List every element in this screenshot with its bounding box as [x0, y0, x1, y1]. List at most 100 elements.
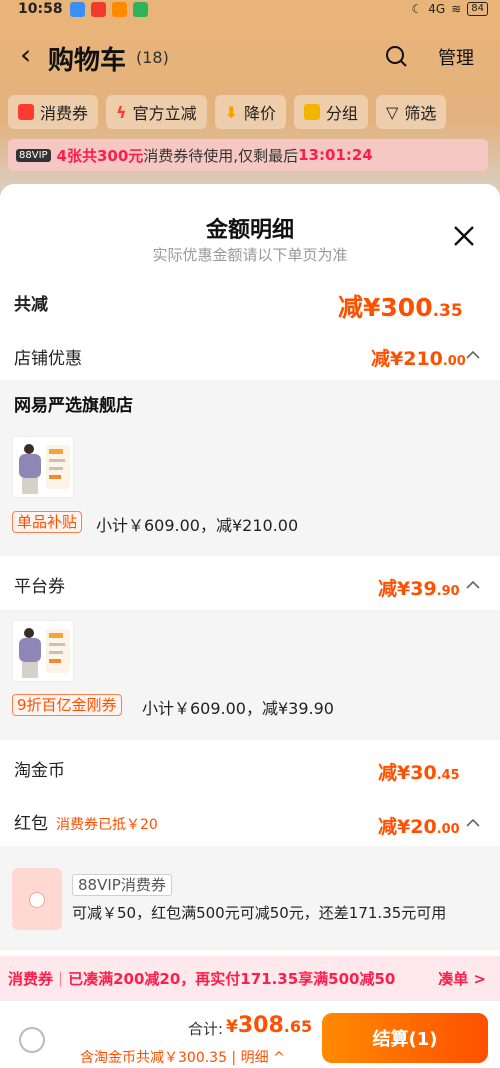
- status-bar: 10:58 ☾ 4G ≋ 84: [0, 0, 500, 22]
- amount-dec: .35: [432, 301, 463, 321]
- back-arrow-icon[interactable]: ‹: [20, 38, 31, 71]
- price-down-icon: ⬇: [224, 102, 238, 122]
- store-item-subtotal: 小计￥609.00，减¥210.00: [96, 516, 299, 535]
- amount-dec: .45: [436, 768, 460, 783]
- filter-coupon[interactable]: 消费券: [8, 95, 99, 129]
- amount-prefix: 减¥: [378, 816, 411, 838]
- amount-detail-sheet: 金额明细 实际优惠金额请以下单页为准 共减 减¥300.35 店铺优惠 减¥21…: [0, 184, 500, 1068]
- product-thumbnail[interactable]: [12, 620, 74, 682]
- filter-label: 降价: [244, 104, 277, 123]
- battery-icon: 84: [467, 2, 488, 16]
- folder-icon: [304, 104, 321, 120]
- vip-coupon-name: 88VIP消费券: [72, 874, 172, 896]
- product-thumbnail[interactable]: [12, 436, 74, 498]
- lightning-icon: ϟ: [116, 102, 127, 122]
- filter-official-discount[interactable]: ϟ 官方立减: [106, 95, 207, 129]
- redpacket-note: 消费券已抵￥20: [56, 817, 158, 833]
- redpacket-label: 红包 消费券已抵￥20: [14, 809, 158, 834]
- filter-label: 消费券: [40, 104, 89, 123]
- wifi-icon: ≋: [451, 2, 462, 16]
- sheet-title: 金额明细: [205, 218, 294, 243]
- filter-label: 官方立减: [132, 104, 197, 123]
- filter-group[interactable]: 分组: [294, 95, 369, 129]
- total-discount-label: 共减: [14, 295, 48, 315]
- app-notification-icon: [70, 2, 85, 17]
- chevron-up-icon: ^: [273, 1050, 285, 1066]
- shop-name: 网易严选旗舰店: [14, 396, 133, 416]
- platform-coupon-amount: 减¥39.90: [378, 574, 460, 601]
- amount-prefix: 减¥: [371, 348, 404, 370]
- chevron-up-icon[interactable]: [466, 818, 480, 828]
- platform-detail-panel: [0, 610, 500, 740]
- amount-dec: .00: [442, 354, 466, 369]
- redpacket-amount: 减¥20.00: [378, 812, 460, 839]
- envelope-seal-icon: [29, 892, 45, 908]
- filter-bar: 消费券 ϟ 官方立减 ⬇ 降价 分组 ▽ 筛选: [8, 95, 447, 131]
- status-icons: ☾ 4G ≋ 84: [411, 2, 488, 16]
- amount-prefix: 减¥: [338, 293, 381, 322]
- make-up-order-link[interactable]: 凑单 >: [438, 968, 486, 989]
- jacket-image: [13, 621, 73, 681]
- coins-amount: 减¥30.45: [378, 758, 460, 785]
- promo-separator: |: [58, 969, 64, 987]
- total-discount-amount: 减¥300.35: [338, 288, 463, 324]
- chevron-up-icon[interactable]: [466, 350, 480, 360]
- red-envelope-icon: [12, 868, 62, 930]
- moon-icon: ☾: [411, 2, 423, 16]
- amount-int: 39: [410, 578, 437, 600]
- navbar: ‹ 购物车 (18) 管理: [0, 32, 500, 80]
- cart-count: (18): [136, 48, 169, 67]
- total-dec: .65: [283, 1017, 313, 1036]
- total-prefix: ¥: [226, 1017, 238, 1037]
- vip-coupon-description: 可减￥50，红包满500元可减50元，还差171.35元可用: [72, 904, 447, 922]
- amount-int: 30: [410, 762, 437, 784]
- store-discount-label: 店铺优惠: [14, 349, 82, 369]
- total-amount: ¥308.65: [226, 1013, 312, 1038]
- app-notification-icon: [133, 2, 148, 17]
- sheet-subtitle: 实际优惠金额请以下单页为准: [152, 246, 348, 264]
- vip-highlight: 4张共300元: [56, 146, 144, 165]
- vip-coupon-card: 88VIP消费券 可减￥50，红包满500元可减50元，还差171.35元可用: [0, 846, 500, 950]
- vip-coupon-banner[interactable]: 88VIP 4张共300元 消费券待使用,仅剩最后 13:01:24: [8, 139, 488, 171]
- total-int: 308: [237, 1013, 284, 1038]
- promo-text: 已凑满200减20，再实付171.35享满500减50: [68, 969, 396, 988]
- checkout-button[interactable]: 结算(1): [322, 1013, 488, 1063]
- select-all-radio[interactable]: [19, 1027, 45, 1053]
- amount-int: 210: [403, 348, 443, 370]
- platform-item-subtotal: 小计￥609.00，减¥39.90: [142, 699, 334, 718]
- manage-button[interactable]: 管理: [438, 44, 474, 70]
- filter-icon: ▽: [386, 102, 399, 122]
- subsidy-tag: 单品补贴: [12, 511, 83, 533]
- network-label: 4G: [428, 2, 446, 16]
- amount-int: 300: [380, 293, 433, 322]
- notification-icons: [70, 2, 148, 17]
- vip-countdown: 13:01:24: [298, 146, 373, 164]
- platform-coupon-label: 平台券: [14, 577, 65, 597]
- filter-price-drop[interactable]: ⬇ 降价: [214, 95, 287, 129]
- filter-label: 筛选: [404, 104, 437, 123]
- coins-label: 淘金币: [14, 761, 65, 781]
- amount-dec: .00: [436, 822, 460, 837]
- amount-prefix: 减¥: [378, 762, 411, 784]
- coupon-tag: 9折百亿金刚券: [12, 694, 122, 716]
- promo-bar[interactable]: 消费券 | 已凑满200减20，再实付171.35享满500减50 凑单 >: [0, 956, 500, 1000]
- filter-screen[interactable]: ▽ 筛选: [376, 95, 447, 129]
- amount-dec: .90: [436, 584, 460, 599]
- promo-title: 消费券: [8, 969, 54, 988]
- app-notification-icon: [112, 2, 127, 17]
- store-discount-amount: 减¥210.00: [371, 344, 466, 371]
- detail-toggle[interactable]: 含淘金币共减￥300.35 | 明细 ^: [80, 1047, 285, 1067]
- redpacket-title: 红包: [14, 814, 48, 834]
- chevron-up-icon[interactable]: [466, 580, 480, 590]
- page-title: 购物车: [48, 46, 127, 76]
- coupon-icon: [18, 104, 34, 120]
- app-notification-icon: [91, 2, 106, 17]
- amount-prefix: 减¥: [378, 578, 411, 600]
- search-icon[interactable]: [384, 44, 408, 68]
- close-icon[interactable]: [452, 224, 476, 248]
- total-label: 合计:: [188, 1020, 224, 1038]
- amount-int: 20: [410, 816, 437, 838]
- vip-badge: 88VIP: [16, 148, 51, 162]
- filter-label: 分组: [326, 104, 359, 123]
- detail-text: 含淘金币共减￥300.35 | 明细: [80, 1050, 269, 1066]
